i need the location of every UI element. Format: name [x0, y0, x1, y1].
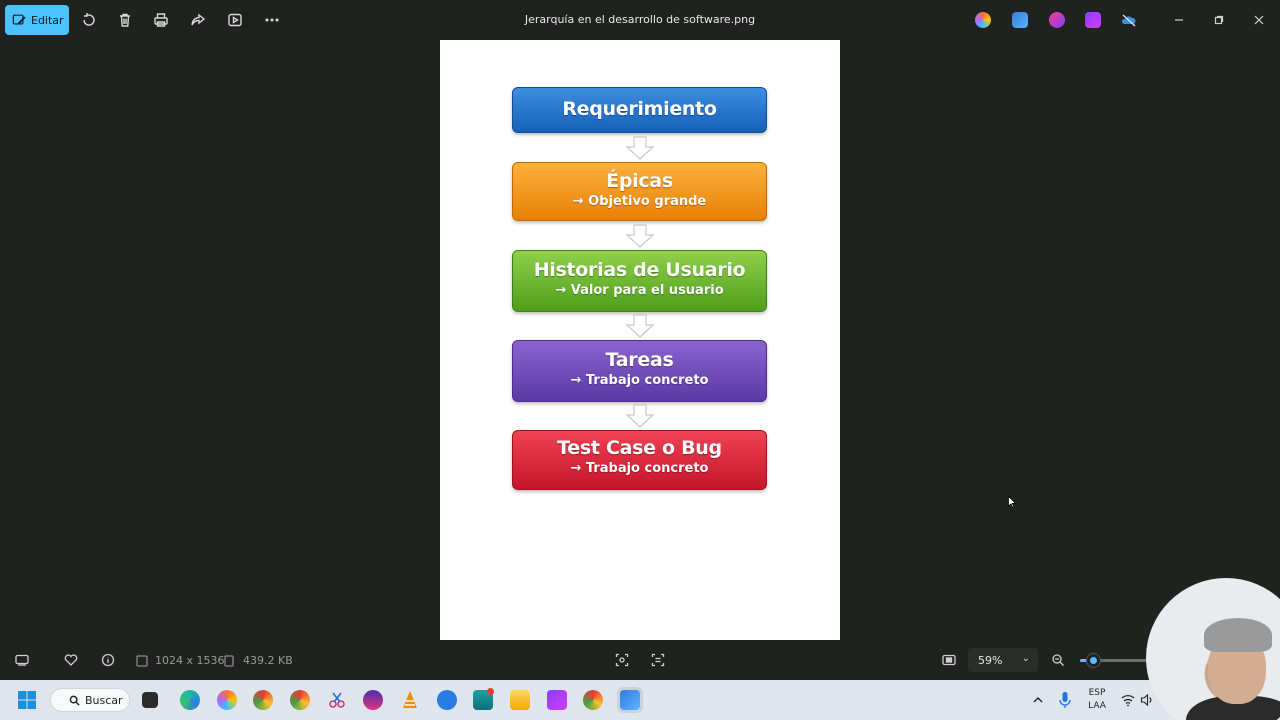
wifi-icon[interactable] [1121, 693, 1135, 707]
image-canvas[interactable]: Requerimiento Épicas → Objetivo grande H… [440, 40, 840, 640]
snipping-tool-icon[interactable] [327, 690, 347, 710]
down-arrow-icon [625, 136, 655, 160]
text-scan-icon[interactable] [650, 652, 666, 668]
edit-button-label: Editar [31, 13, 64, 27]
print-icon[interactable] [152, 11, 170, 29]
edit-button[interactable]: Editar [5, 5, 69, 35]
task-view-icon[interactable] [142, 692, 158, 708]
search-label: Buscar [85, 693, 123, 707]
browser-app-icon[interactable] [437, 690, 457, 710]
presenter-hair [1204, 618, 1272, 652]
chrome-profile-icon[interactable] [253, 690, 273, 710]
step-title: Historias de Usuario [533, 259, 746, 281]
copilot-taskbar-icon[interactable] [217, 690, 237, 710]
more-options-icon[interactable] [263, 11, 281, 29]
fit-to-window-icon[interactable] [941, 652, 957, 668]
file-explorer-icon[interactable] [510, 690, 530, 710]
minimize-icon[interactable] [1171, 12, 1187, 28]
webcam-overlay [1146, 578, 1280, 720]
keyboard-layout[interactable]: LAA [1085, 701, 1109, 711]
edit-image-icon [12, 14, 26, 25]
search-icon [69, 695, 80, 706]
volume-icon[interactable] [1140, 693, 1154, 707]
down-arrow-icon [625, 224, 655, 248]
photos-app-window: Editar Jerarquía en el desarrollo de sof… [0, 0, 1280, 720]
step-title: Tareas [605, 349, 674, 371]
file-size: 439.2 KB [243, 654, 293, 667]
step-box-tareas: Tareas → Trabajo concreto [512, 340, 767, 402]
clipchamp-taskbar-icon[interactable] [547, 690, 567, 710]
step-box-requerimiento: Requerimiento [512, 87, 767, 133]
step-title: Épicas [606, 170, 673, 192]
restore-icon[interactable] [1211, 12, 1227, 28]
step-subtitle: → Objetivo grande [572, 194, 707, 209]
step-title: Test Case o Bug [557, 437, 722, 459]
vlc-icon[interactable] [400, 690, 420, 710]
designer-icon[interactable] [1049, 12, 1065, 28]
step-box-historias: Historias de Usuario → Valor para el usu… [512, 250, 767, 312]
taskbar-search[interactable]: Buscar [50, 688, 130, 712]
file-size-icon [221, 653, 237, 669]
down-arrow-icon [625, 404, 655, 428]
filmstrip-icon[interactable] [14, 652, 30, 668]
share-icon[interactable] [189, 11, 207, 29]
windows-start-icon[interactable] [17, 690, 37, 710]
zoom-dropdown[interactable]: 59% ⌄ [968, 648, 1038, 672]
chevron-up-icon[interactable] [1032, 694, 1044, 706]
visual-search-icon[interactable] [614, 652, 630, 668]
mouse-cursor-icon [1008, 496, 1016, 508]
chevron-down-icon: ⌄ [1021, 653, 1030, 664]
file-title: Jerarquía en el desarrollo de software.p… [524, 13, 756, 26]
zoom-slider-thumb[interactable] [1087, 654, 1100, 667]
step-box-epicas: Épicas → Objetivo grande [512, 162, 767, 221]
image-dimensions: 1024 x 1536 [155, 654, 225, 667]
copilot-icon[interactable] [975, 12, 991, 28]
step-subtitle: → Trabajo concreto [570, 461, 709, 476]
photos-taskbar-icon[interactable] [620, 690, 640, 710]
zoom-out-icon[interactable] [1050, 652, 1066, 668]
chrome-second-profile-icon[interactable] [583, 690, 603, 710]
language-code[interactable]: ESP [1085, 688, 1109, 698]
clipchamp-icon[interactable] [1085, 12, 1101, 28]
step-subtitle: → Valor para el usuario [555, 283, 724, 298]
audio-app-icon[interactable] [363, 690, 383, 710]
chrome-icon[interactable] [290, 690, 310, 710]
rotate-icon[interactable] [80, 11, 98, 29]
step-subtitle: → Trabajo concreto [570, 373, 709, 388]
file-info-icon[interactable] [100, 652, 116, 668]
zoom-level: 59% [978, 653, 1003, 667]
notification-badge [487, 688, 494, 695]
onedrive-off-icon[interactable] [1121, 12, 1137, 28]
photos-editor-icon[interactable] [1012, 12, 1028, 28]
down-arrow-icon [625, 314, 655, 338]
edge-icon[interactable] [180, 690, 200, 710]
favorite-icon[interactable] [63, 652, 79, 668]
resolution-icon [134, 653, 150, 669]
delete-icon[interactable] [116, 11, 134, 29]
step-box-test-case: Test Case o Bug → Trabajo concreto [512, 430, 767, 490]
step-title: Requerimiento [562, 98, 717, 120]
microphone-icon[interactable] [1058, 691, 1072, 709]
slideshow-icon[interactable] [226, 11, 244, 29]
close-icon[interactable] [1251, 12, 1267, 28]
